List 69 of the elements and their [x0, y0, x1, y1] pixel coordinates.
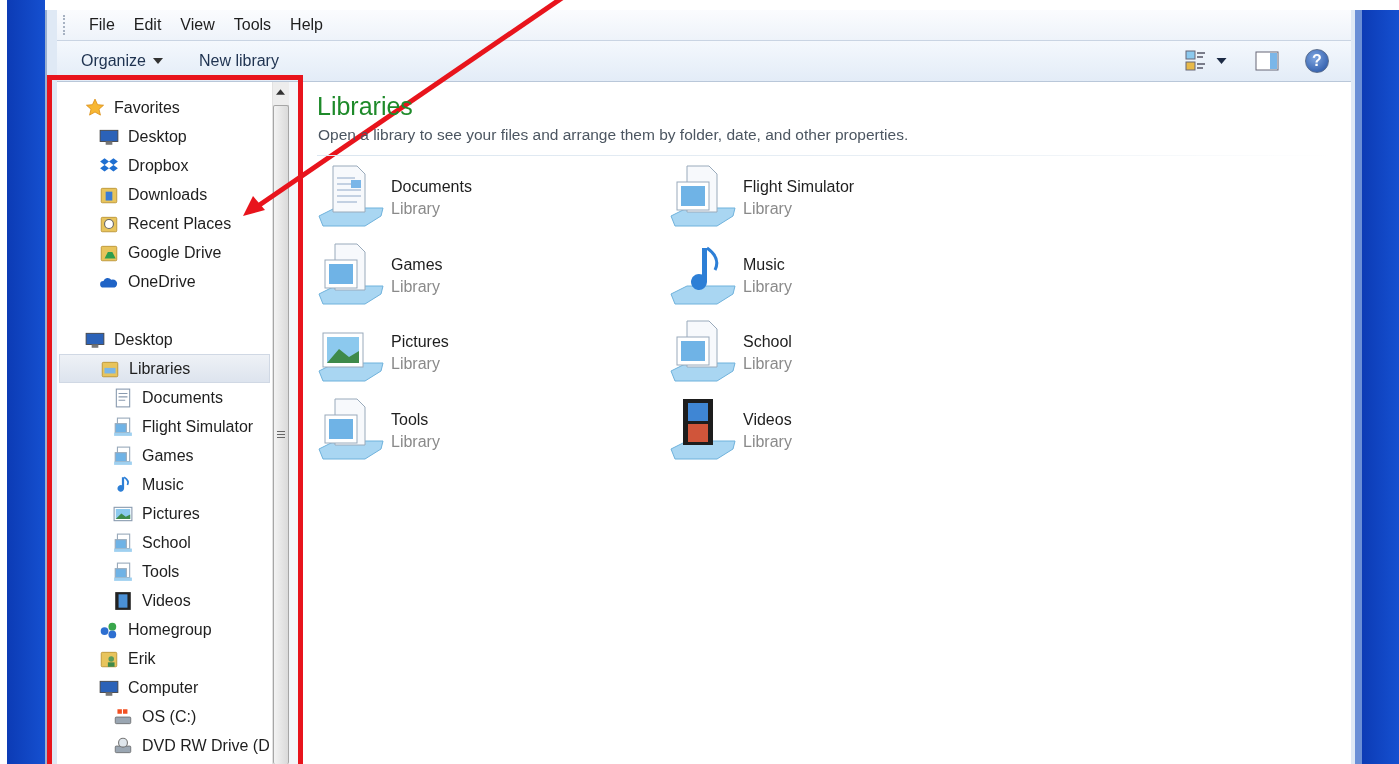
nav-item[interactable]: Erik: [59, 644, 270, 673]
nav-item[interactable]: Libraries: [59, 354, 270, 383]
nav-item[interactable]: Tools: [59, 557, 270, 586]
nav-item[interactable]: Dropbox: [59, 151, 270, 180]
library-name: Documents: [391, 178, 472, 196]
disc-drive-icon: [113, 735, 133, 756]
library-type: Library: [743, 355, 792, 373]
library-name: School: [743, 333, 792, 351]
library-name: Music: [743, 255, 786, 274]
menu-item[interactable]: Help: [282, 16, 331, 34]
library-name: Videos: [743, 410, 792, 429]
nav-item[interactable]: Homegroup: [59, 615, 270, 644]
film-icon: [113, 590, 133, 611]
view-options-icon[interactable]: [1184, 49, 1208, 73]
library-type: Library: [391, 432, 440, 451]
pane-splitter[interactable]: [289, 82, 300, 764]
menu-grip: [63, 15, 67, 35]
star-icon: [85, 97, 105, 118]
library-type: Library: [391, 277, 441, 296]
nav-item[interactable]: Documents: [59, 383, 270, 412]
nav-item[interactable]: OS (C:): [59, 702, 270, 731]
library-type: Library: [391, 355, 441, 373]
library-item[interactable]: Videos Library: [669, 396, 1021, 467]
library-item[interactable]: Music Library: [669, 241, 1021, 312]
library-icon: [113, 532, 133, 553]
nav-item[interactable]: Favorites: [59, 93, 270, 122]
scroll-up-icon[interactable]: [276, 89, 286, 95]
library-item[interactable]: Games Library: [317, 241, 669, 312]
toolbar-button[interactable]: New library: [190, 52, 287, 70]
nav-item[interactable]: DVD RW Drive (D: [59, 731, 270, 760]
menu-item[interactable]: View: [172, 16, 223, 34]
nav-item[interactable]: Games: [59, 441, 270, 470]
library-type: Library: [743, 277, 792, 296]
nav-item[interactable]: School: [59, 528, 270, 557]
library-type: Library: [391, 200, 441, 218]
menu-item[interactable]: Tools: [225, 16, 280, 34]
library-name: Pictures: [391, 333, 449, 351]
nav-item[interactable]: Videos: [59, 586, 270, 615]
hard-drive-icon: [113, 706, 133, 727]
menu-item[interactable]: File: [81, 16, 123, 34]
document-icon: [113, 387, 133, 408]
library-item[interactable]: Documents Library: [317, 164, 669, 234]
nav-item[interactable]: Google Drive: [59, 238, 270, 267]
library-type: Library: [743, 200, 793, 218]
nav-item[interactable]: Computer: [59, 673, 270, 702]
library-name: Flight Simulator: [743, 178, 855, 196]
nav-item[interactable]: Music: [59, 470, 270, 499]
caret-icon[interactable]: [1216, 58, 1227, 64]
nav-item[interactable]: Downloads: [59, 180, 270, 209]
nav-item[interactable]: Flight Simulator: [59, 412, 270, 441]
library-icon: [113, 445, 133, 466]
menu-item[interactable]: Edit: [125, 16, 170, 34]
nav-item[interactable]: Desktop: [59, 325, 270, 354]
nav-item[interactable]: Desktop: [59, 122, 270, 151]
caret-icon: [152, 58, 163, 64]
nav-item[interactable]: Pictures: [59, 499, 270, 528]
library-item[interactable]: School Library: [669, 319, 1021, 389]
library-item[interactable]: Pictures Library: [317, 319, 669, 389]
preview-pane-icon[interactable]: [1255, 49, 1279, 73]
library-item[interactable]: Flight Simulator Library: [669, 164, 1021, 234]
toolbar-button[interactable]: Organize: [73, 52, 171, 70]
library-icon: [113, 416, 133, 437]
library-name: Games: [391, 255, 443, 274]
library-item[interactable]: Tools Library: [317, 396, 669, 467]
nav-item[interactable]: OneDrive: [59, 267, 270, 296]
library-icon: [113, 561, 133, 582]
nav-item[interactable]: Recent Places: [59, 209, 270, 238]
library-type: Library: [743, 432, 792, 451]
library-name: Tools: [391, 410, 430, 429]
